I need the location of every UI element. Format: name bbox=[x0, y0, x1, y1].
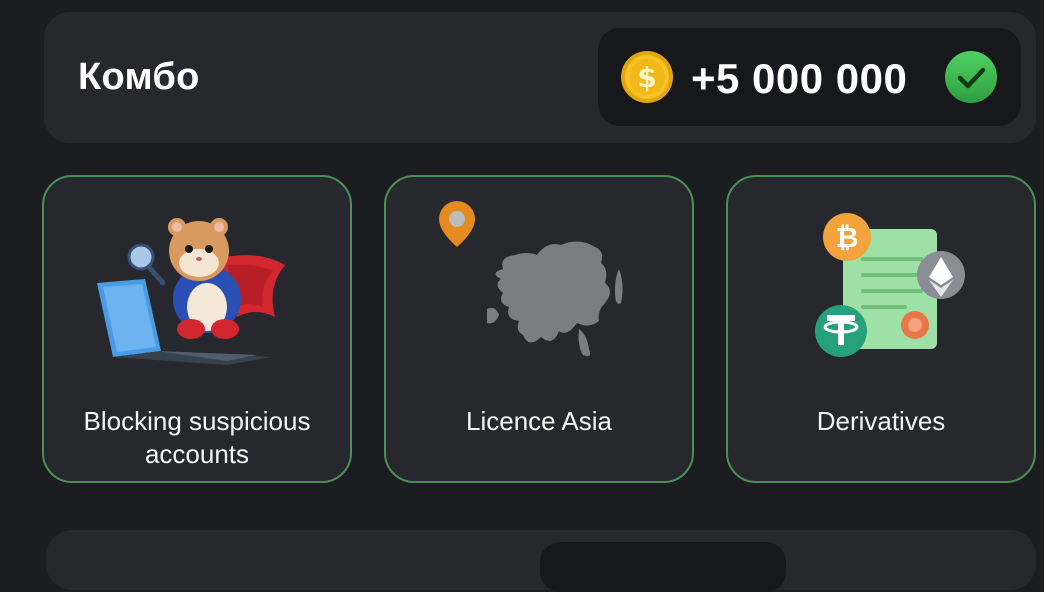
svg-text:₿: ₿ bbox=[836, 221, 859, 254]
dollar-coin-icon: $ bbox=[621, 51, 673, 103]
combo-card-licence-asia[interactable]: Licence Asia bbox=[384, 175, 694, 483]
combo-header: Комбо $ +5 000 000 bbox=[44, 12, 1036, 143]
combo-card-label: Licence Asia bbox=[466, 406, 612, 436]
hamster-detective-laptop-icon bbox=[97, 218, 285, 365]
check-circle-icon bbox=[945, 51, 997, 103]
combo-reward-amount: +5 000 000 bbox=[691, 55, 908, 102]
asia-map-location-icon bbox=[439, 201, 623, 357]
crypto-contract-icon: ₿ bbox=[815, 213, 965, 357]
combo-card-derivatives[interactable]: ₿ Derivatives bbox=[726, 175, 1036, 483]
combo-card-label: Blocking suspicious accounts bbox=[83, 406, 311, 469]
combo-card-label: Derivatives bbox=[816, 406, 946, 436]
combo-reward-pill: $ +5 000 000 bbox=[598, 28, 1021, 126]
combo-title: Комбо bbox=[78, 56, 200, 98]
next-panel-pill bbox=[540, 542, 786, 592]
combo-card-blocking-suspicious-accounts[interactable]: Blocking suspicious accounts bbox=[42, 175, 352, 483]
svg-text:$: $ bbox=[637, 61, 656, 94]
next-panel bbox=[46, 530, 1036, 592]
